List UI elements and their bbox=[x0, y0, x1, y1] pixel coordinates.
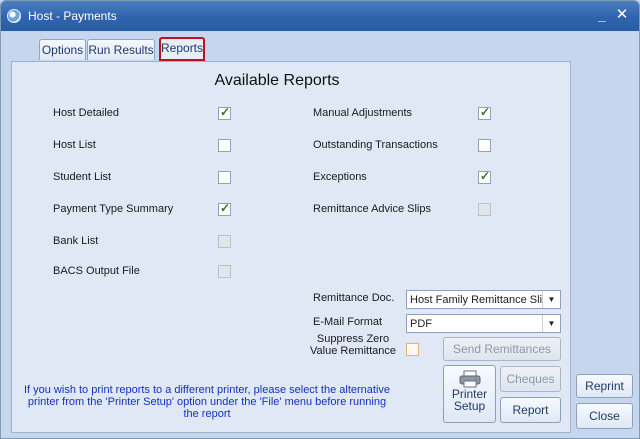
close-button[interactable]: Close bbox=[576, 403, 633, 429]
report-label-student-list: Student List bbox=[53, 171, 112, 183]
title-bar[interactable]: Host - Payments _ ✕ bbox=[1, 1, 639, 31]
tab-options[interactable]: Options bbox=[39, 39, 86, 60]
report-button[interactable]: Report bbox=[500, 397, 561, 423]
checkbox-remittance-advice-slips bbox=[478, 203, 491, 216]
suppress-zero-label-line1: Suppress Zero bbox=[316, 333, 390, 345]
report-label-host-detailed: Host Detailed bbox=[53, 107, 120, 119]
email-format-label: E-Mail Format bbox=[313, 316, 383, 328]
window-title: Host - Payments bbox=[28, 9, 117, 23]
checkbox-host-list[interactable] bbox=[218, 139, 231, 152]
checkbox-host-detailed[interactable] bbox=[218, 105, 231, 120]
checkbox-exceptions[interactable] bbox=[478, 169, 491, 184]
report-label-manual-adjustments: Manual Adjustments bbox=[313, 107, 413, 119]
cheques-button: Cheques bbox=[500, 366, 561, 392]
panel-title: Available Reports bbox=[214, 72, 340, 89]
email-format-value: PDF bbox=[410, 318, 432, 330]
suppress-zero-label: Suppress Zero Value Remittance bbox=[310, 333, 396, 357]
report-label-host-list: Host List bbox=[53, 139, 96, 151]
checkbox-outstanding-transactions[interactable] bbox=[478, 139, 491, 152]
report-label-bacs-output-file: BACS Output File bbox=[53, 265, 140, 277]
checkbox-bank-list bbox=[218, 235, 231, 248]
app-icon bbox=[7, 9, 21, 23]
chevron-down-icon[interactable]: ▼ bbox=[542, 291, 560, 308]
remittance-doc-value: Host Family Remittance Slip bbox=[410, 294, 549, 306]
reports-panel: Available Reports Host Detailed Host Lis… bbox=[11, 61, 571, 433]
checkbox-suppress-zero[interactable] bbox=[406, 343, 419, 356]
email-format-select[interactable]: PDF ▼ bbox=[406, 314, 561, 333]
send-remittances-button: Send Remittances bbox=[443, 337, 561, 361]
minimize-icon[interactable]: _ bbox=[594, 7, 610, 23]
report-label-bank-list: Bank List bbox=[53, 235, 99, 247]
printer-note: If you wish to print reports to a differ… bbox=[23, 384, 391, 420]
printer-icon bbox=[459, 370, 480, 388]
checkbox-manual-adjustments[interactable] bbox=[478, 105, 491, 120]
checkbox-payment-type-summary[interactable] bbox=[218, 201, 231, 216]
printer-setup-line2: Setup bbox=[453, 399, 486, 413]
host-payments-window: Host - Payments _ ✕ Options Run Results … bbox=[0, 0, 640, 439]
tab-reports[interactable]: Reports bbox=[159, 37, 205, 61]
remittance-doc-label: Remittance Doc. bbox=[313, 292, 395, 304]
printer-setup-button[interactable]: Printer Setup bbox=[443, 365, 496, 423]
tab-run-results[interactable]: Run Results bbox=[87, 39, 155, 60]
report-label-payment-type-summary: Payment Type Summary bbox=[53, 203, 174, 215]
close-icon[interactable]: ✕ bbox=[614, 7, 630, 23]
reprint-button[interactable]: Reprint bbox=[576, 374, 633, 398]
report-label-exceptions: Exceptions bbox=[313, 171, 367, 183]
checkbox-student-list[interactable] bbox=[218, 171, 231, 184]
suppress-zero-label-line2: Value Remittance bbox=[310, 345, 397, 357]
chevron-down-icon[interactable]: ▼ bbox=[542, 315, 560, 332]
checkbox-bacs-output-file bbox=[218, 265, 231, 278]
report-label-outstanding-transactions: Outstanding Transactions bbox=[313, 139, 438, 151]
report-label-remittance-advice-slips: Remittance Advice Slips bbox=[313, 203, 431, 215]
remittance-doc-select[interactable]: Host Family Remittance Slip ▼ bbox=[406, 290, 561, 309]
